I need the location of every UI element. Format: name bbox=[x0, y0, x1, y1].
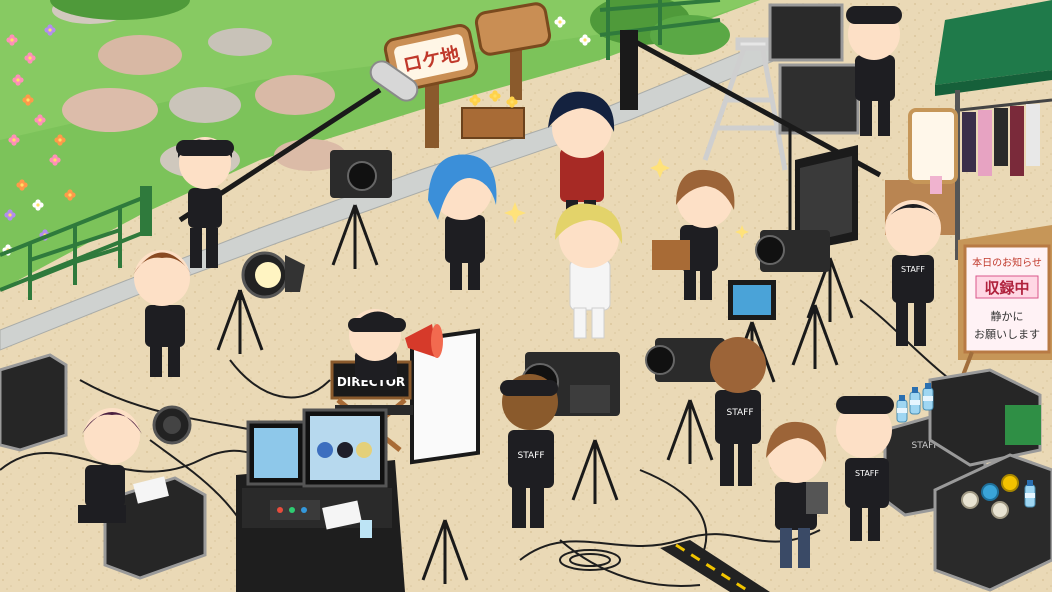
notice-status: 収録中 bbox=[984, 279, 1029, 297]
notice-board: 本日のお知らせ 収録中 静かに お願いします bbox=[958, 225, 1052, 379]
shirt-staff-label-2: STAFF bbox=[726, 408, 753, 418]
game-scene: ロケ地 本日のお知らせ 収録中 静かに お願いします DIRECTOR STAF… bbox=[0, 0, 1052, 592]
monitor-cart bbox=[236, 408, 405, 592]
shirt-staff-label-4: STAFF bbox=[901, 265, 925, 274]
equipment-case-left bbox=[0, 353, 68, 452]
notice-heading: 本日のお知らせ bbox=[972, 256, 1042, 269]
spotlight-floor bbox=[152, 405, 192, 445]
notice-line-2: お願いします bbox=[974, 328, 1040, 341]
shirt-staff-label-1: STAFF bbox=[517, 451, 544, 461]
shirt-staff-label-3: STAFF bbox=[855, 469, 879, 478]
notice-line-1: 静かに bbox=[991, 309, 1024, 323]
